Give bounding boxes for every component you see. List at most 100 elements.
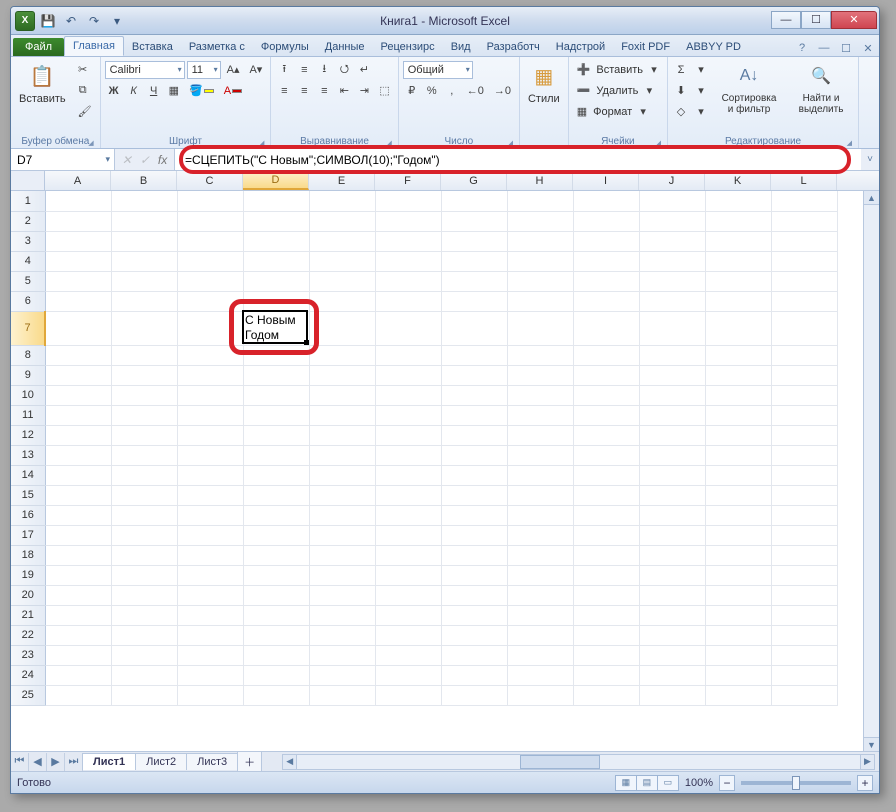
cell-L25[interactable] bbox=[771, 685, 837, 705]
cell-C9[interactable] bbox=[177, 365, 243, 385]
cell-A8[interactable] bbox=[45, 345, 111, 365]
select-all-corner[interactable] bbox=[11, 171, 45, 190]
cell-E14[interactable] bbox=[309, 465, 375, 485]
row-header-16[interactable]: 16 bbox=[11, 505, 45, 525]
cell-E11[interactable] bbox=[309, 405, 375, 425]
cell-K7[interactable] bbox=[705, 311, 771, 345]
cell-F20[interactable] bbox=[375, 585, 441, 605]
cell-A11[interactable] bbox=[45, 405, 111, 425]
cell-K21[interactable] bbox=[705, 605, 771, 625]
cell-B9[interactable] bbox=[111, 365, 177, 385]
cell-G21[interactable] bbox=[441, 605, 507, 625]
cell-B7[interactable] bbox=[111, 311, 177, 345]
cell-C22[interactable] bbox=[177, 625, 243, 645]
cell-I10[interactable] bbox=[573, 385, 639, 405]
column-header-I[interactable]: I bbox=[573, 171, 639, 190]
cell-K4[interactable] bbox=[705, 251, 771, 271]
cell-G14[interactable] bbox=[441, 465, 507, 485]
cell-F5[interactable] bbox=[375, 271, 441, 291]
cell-E16[interactable] bbox=[309, 505, 375, 525]
cell-L9[interactable] bbox=[771, 365, 837, 385]
cell-E25[interactable] bbox=[309, 685, 375, 705]
row-header-18[interactable]: 18 bbox=[11, 545, 45, 565]
cell-E19[interactable] bbox=[309, 565, 375, 585]
cell-C2[interactable] bbox=[177, 211, 243, 231]
cell-F8[interactable] bbox=[375, 345, 441, 365]
cell-B10[interactable] bbox=[111, 385, 177, 405]
cell-C10[interactable] bbox=[177, 385, 243, 405]
column-header-H[interactable]: H bbox=[507, 171, 573, 190]
qat-more-icon[interactable]: ▾ bbox=[107, 11, 127, 31]
merge-icon[interactable]: ⬚ bbox=[375, 82, 393, 100]
cell-L17[interactable] bbox=[771, 525, 837, 545]
cell-B4[interactable] bbox=[111, 251, 177, 271]
cell-G2[interactable] bbox=[441, 211, 507, 231]
format-cells-icon[interactable]: ▦ bbox=[573, 103, 591, 121]
cell-G13[interactable] bbox=[441, 445, 507, 465]
insert-cells-button[interactable]: Вставить bbox=[596, 64, 643, 76]
cell-C24[interactable] bbox=[177, 665, 243, 685]
border-icon[interactable]: ▦ bbox=[165, 82, 183, 100]
align-top-icon[interactable]: ⭱ bbox=[275, 61, 293, 79]
cell-C7[interactable] bbox=[177, 311, 243, 345]
zoom-out-button[interactable]: − bbox=[719, 775, 735, 791]
cell-B8[interactable] bbox=[111, 345, 177, 365]
cell-J9[interactable] bbox=[639, 365, 705, 385]
cell-H20[interactable] bbox=[507, 585, 573, 605]
cell-D3[interactable] bbox=[243, 231, 309, 251]
cell-L12[interactable] bbox=[771, 425, 837, 445]
row-header-17[interactable]: 17 bbox=[11, 525, 45, 545]
cell-B3[interactable] bbox=[111, 231, 177, 251]
scroll-up-icon[interactable]: ▲ bbox=[864, 191, 879, 205]
tab-abbyy[interactable]: ABBYY PD bbox=[678, 38, 749, 56]
cell-D13[interactable] bbox=[243, 445, 309, 465]
cell-K19[interactable] bbox=[705, 565, 771, 585]
fill-color-icon[interactable]: 🪣 bbox=[185, 82, 218, 100]
cell-G17[interactable] bbox=[441, 525, 507, 545]
cell-L3[interactable] bbox=[771, 231, 837, 251]
ribbon-minimize-icon[interactable]: ㅤ bbox=[772, 40, 788, 56]
new-sheet-icon[interactable]: ＋ bbox=[237, 751, 262, 772]
cell-H8[interactable] bbox=[507, 345, 573, 365]
cell-I17[interactable] bbox=[573, 525, 639, 545]
cell-D17[interactable] bbox=[243, 525, 309, 545]
cell-F25[interactable] bbox=[375, 685, 441, 705]
cell-F4[interactable] bbox=[375, 251, 441, 271]
view-pagelayout-icon[interactable]: ▤ bbox=[636, 775, 658, 791]
row-header-25[interactable]: 25 bbox=[11, 685, 45, 705]
cell-E3[interactable] bbox=[309, 231, 375, 251]
tab-insert[interactable]: Вставка bbox=[124, 38, 181, 56]
cell-K22[interactable] bbox=[705, 625, 771, 645]
minimize-button[interactable]: — bbox=[771, 11, 801, 29]
row-header-9[interactable]: 9 bbox=[11, 365, 45, 385]
cell-A10[interactable] bbox=[45, 385, 111, 405]
cell-F21[interactable] bbox=[375, 605, 441, 625]
cell-C11[interactable] bbox=[177, 405, 243, 425]
cell-K14[interactable] bbox=[705, 465, 771, 485]
row-header-1[interactable]: 1 bbox=[11, 191, 45, 211]
cell-L1[interactable] bbox=[771, 191, 837, 211]
cell-J14[interactable] bbox=[639, 465, 705, 485]
row-header-13[interactable]: 13 bbox=[11, 445, 45, 465]
cell-J16[interactable] bbox=[639, 505, 705, 525]
cell-E5[interactable] bbox=[309, 271, 375, 291]
row-header-8[interactable]: 8 bbox=[11, 345, 45, 365]
cell-A1[interactable] bbox=[45, 191, 111, 211]
fx-icon[interactable]: fx bbox=[158, 153, 167, 167]
autosum-icon[interactable]: Σ bbox=[672, 61, 690, 79]
cell-F18[interactable] bbox=[375, 545, 441, 565]
file-tab[interactable]: Файл bbox=[13, 38, 64, 56]
tab-developer[interactable]: Разработч bbox=[479, 38, 548, 56]
qat-undo-icon[interactable]: ↶ bbox=[61, 11, 81, 31]
cell-D25[interactable] bbox=[243, 685, 309, 705]
cell-A4[interactable] bbox=[45, 251, 111, 271]
align-bottom-icon[interactable]: ⭳ bbox=[315, 61, 333, 79]
cell-C12[interactable] bbox=[177, 425, 243, 445]
cell-C25[interactable] bbox=[177, 685, 243, 705]
cell-G23[interactable] bbox=[441, 645, 507, 665]
fx-enter-icon[interactable]: ✓ bbox=[140, 153, 150, 167]
app-icon[interactable]: X bbox=[15, 11, 35, 31]
tab-addins[interactable]: Надстрой bbox=[548, 38, 613, 56]
insert-cells-icon[interactable]: ➕ bbox=[573, 61, 595, 79]
cut-icon[interactable]: ✂ bbox=[74, 61, 92, 79]
